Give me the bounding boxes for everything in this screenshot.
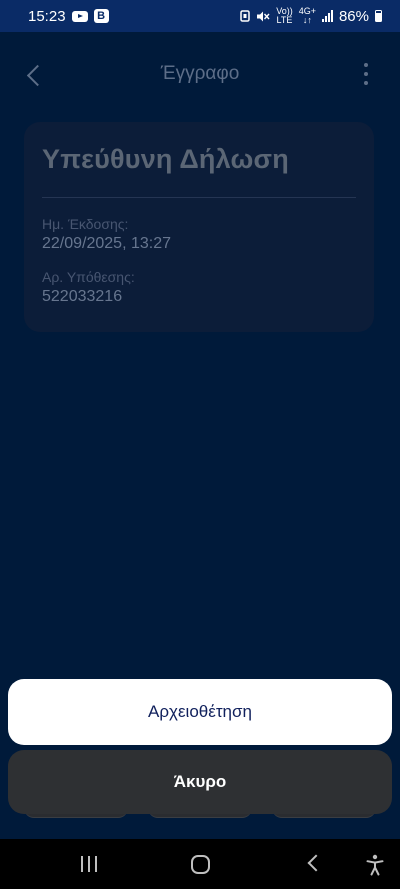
app-header: Έγγραφο bbox=[0, 32, 400, 116]
document-title: Υπεύθυνη Δήλωση bbox=[42, 144, 289, 174]
network-indicator: 4G+ ↓↑ bbox=[299, 7, 316, 25]
data-arrows-icon: ↓↑ bbox=[302, 15, 312, 25]
case-number-field: Αρ. Υπόθεσης: 522033216 bbox=[42, 269, 356, 306]
volte-indicator: Vo)) LTE bbox=[276, 7, 293, 25]
cancel-button[interactable]: Άκυρο bbox=[8, 750, 392, 814]
document-card[interactable]: Υπεύθυνη Δήλωση Ημ. Έκδοσης: 22/09/2025,… bbox=[24, 122, 374, 332]
issue-date-label: Ημ. Έκδοσης: bbox=[42, 216, 129, 232]
status-right: Vo)) LTE 4G+ ↓↑ 86% bbox=[240, 7, 382, 25]
issue-date-value: 22/09/2025, 13:27 bbox=[42, 235, 172, 252]
page-title: Έγγραφο bbox=[160, 63, 240, 84]
issue-date-field: Ημ. Έκδοσης: 22/09/2025, 13:27 bbox=[42, 216, 356, 253]
battery-percent: 86% bbox=[338, 7, 369, 25]
b-app-icon: B bbox=[93, 9, 109, 23]
more-icon[interactable] bbox=[356, 62, 376, 86]
accessibility-icon[interactable] bbox=[366, 854, 384, 876]
divider bbox=[42, 197, 356, 198]
back-icon[interactable] bbox=[24, 62, 44, 86]
mute-icon bbox=[257, 11, 270, 21]
signal-icon bbox=[321, 10, 333, 22]
nfc-icon bbox=[240, 10, 250, 22]
home-icon[interactable] bbox=[191, 855, 210, 874]
battery-icon bbox=[375, 10, 382, 22]
status-time: 15:23 bbox=[28, 7, 66, 25]
nav-back-icon[interactable] bbox=[306, 853, 320, 875]
status-bar: 15:23 B Vo)) LTE 4G+ ↓↑ 86% bbox=[0, 0, 400, 32]
case-number-label: Αρ. Υπόθεσης: bbox=[42, 269, 135, 285]
lte-label: LTE bbox=[276, 15, 293, 25]
case-number-value: 522033216 bbox=[42, 288, 123, 305]
archive-button[interactable]: Αρχειοθέτηση bbox=[8, 679, 392, 745]
recents-icon[interactable] bbox=[81, 853, 97, 875]
status-left: 15:23 B bbox=[28, 8, 109, 25]
youtube-icon bbox=[71, 10, 88, 22]
system-nav-bar bbox=[0, 839, 400, 889]
